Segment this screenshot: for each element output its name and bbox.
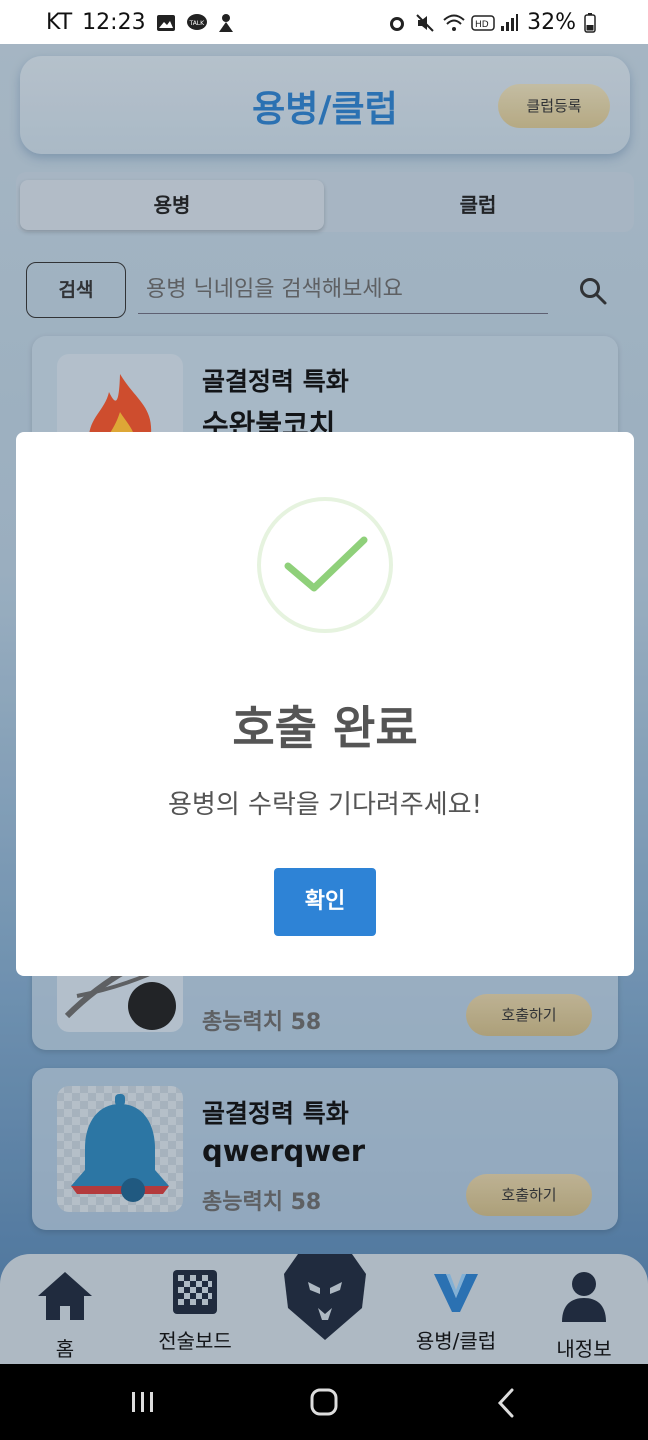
call-complete-dialog: 호출 완료 용병의 수락을 기다려주세요! 확인	[16, 432, 634, 976]
recent-apps-icon[interactable]	[130, 1390, 156, 1418]
home-system-icon[interactable]	[310, 1388, 338, 1420]
carrier: KT	[46, 10, 73, 35]
status-bar: KT 12:23 TALK HD 32%	[0, 0, 648, 44]
alarm-icon	[387, 13, 407, 33]
hd-icon: HD	[471, 13, 495, 33]
tacticboard-status-icon	[216, 13, 236, 33]
signal-icon	[499, 13, 519, 33]
svg-text:TALK: TALK	[188, 20, 205, 27]
dialog-message: 용병의 수락을 기다려주세요!	[168, 790, 482, 820]
back-icon[interactable]	[496, 1388, 516, 1422]
battery-icon	[584, 12, 604, 33]
mute-icon	[415, 13, 435, 33]
wifi-icon	[443, 13, 465, 33]
battery-percent: 32%	[527, 10, 576, 35]
dialog-title: 호출 완료	[232, 701, 418, 755]
time: 12:23	[82, 10, 146, 35]
confirm-button[interactable]: 확인	[274, 868, 376, 936]
check-success-icon	[256, 496, 394, 634]
system-navigation-bar	[0, 1364, 648, 1440]
talk-icon: TALK	[186, 13, 207, 33]
svg-text:HD: HD	[475, 20, 489, 30]
gallery-icon	[156, 13, 176, 33]
